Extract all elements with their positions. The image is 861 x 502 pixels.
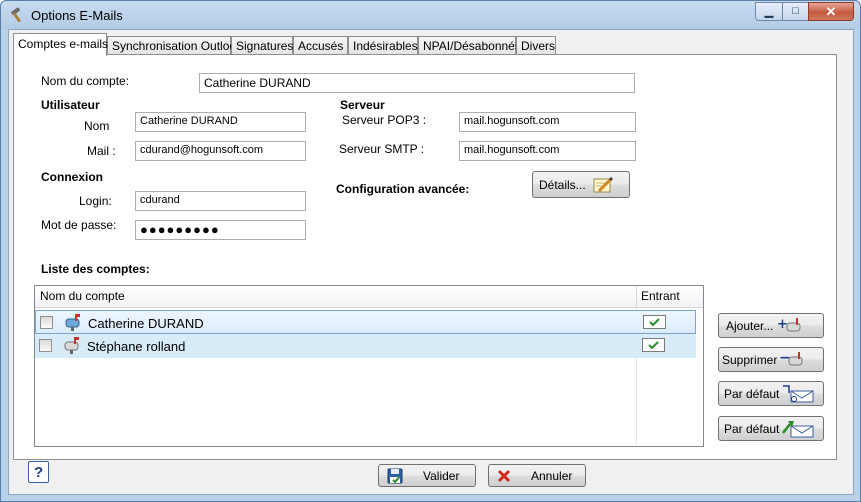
help-button[interactable]: ? bbox=[28, 461, 49, 483]
entrant-checkbox[interactable] bbox=[642, 338, 665, 352]
close-button[interactable]: ✕ bbox=[808, 2, 854, 21]
row-checkbox[interactable] bbox=[40, 316, 53, 329]
maximize-button[interactable]: □ bbox=[782, 2, 809, 21]
outgoing-mail-icon bbox=[782, 421, 814, 438]
hammer-icon bbox=[11, 7, 21, 23]
accounts-grid: Nom du compte Entrant Catherine DURAND S… bbox=[34, 285, 704, 447]
account-name-label: Nom du compte: bbox=[41, 74, 130, 88]
cancel-label: Annuler bbox=[531, 469, 573, 483]
account-name-cell: Catherine DURAND bbox=[88, 316, 204, 331]
add-button-label: Ajouter... bbox=[726, 319, 774, 333]
checkmark-icon bbox=[649, 318, 660, 327]
grid-header: Nom du compte Entrant bbox=[35, 286, 703, 308]
entrant-checkbox[interactable] bbox=[643, 315, 666, 329]
server-heading: Serveur bbox=[340, 98, 385, 112]
comptes-emails-panel: Nom du compte: Catherine DURAND Utilisat… bbox=[13, 54, 837, 460]
window-title: Options E-Mails bbox=[31, 8, 123, 23]
smtp-label: Serveur SMTP : bbox=[339, 142, 425, 156]
tab-signatures[interactable]: Signatures bbox=[231, 36, 293, 55]
mailbox-icon bbox=[64, 337, 79, 354]
tab-npai-desabonnes[interactable]: NPAI/Désabonnés bbox=[418, 36, 521, 55]
tab-divers[interactable]: Divers bbox=[516, 36, 556, 55]
mailbox-icon bbox=[65, 314, 80, 331]
pop3-label: Serveur POP3 : bbox=[342, 113, 427, 127]
password-field[interactable]: ●●●●●●●●● bbox=[135, 220, 306, 240]
minimize-icon: ▁ bbox=[764, 6, 774, 18]
cancel-button[interactable]: Annuler bbox=[488, 464, 586, 487]
row-checkbox[interactable] bbox=[39, 339, 52, 352]
maximize-icon: □ bbox=[792, 5, 799, 17]
add-account-button[interactable]: Ajouter... + bbox=[718, 313, 824, 338]
remove-button-label: Supprimer bbox=[722, 353, 778, 367]
details-button[interactable]: Détails... bbox=[532, 171, 630, 198]
add-mailbox-icon: + bbox=[777, 317, 801, 332]
column-header-entrant[interactable]: Entrant bbox=[641, 289, 680, 303]
tab-comptes-emails[interactable]: Comptes e-mails bbox=[13, 33, 108, 56]
close-icon: ✕ bbox=[825, 4, 837, 19]
pop3-field[interactable]: mail.hogunsoft.com bbox=[459, 112, 636, 132]
login-field[interactable]: cdurand bbox=[135, 191, 306, 211]
connection-heading: Connexion bbox=[41, 170, 103, 184]
account-name-cell: Stéphane rolland bbox=[87, 339, 186, 354]
default-incoming-label: Par défaut bbox=[724, 387, 780, 401]
column-header-nom-du-compte[interactable]: Nom du compte bbox=[40, 289, 125, 303]
tab-accuses[interactable]: Accusés bbox=[293, 36, 348, 55]
validate-button[interactable]: Valider bbox=[378, 464, 476, 487]
login-label: Login: bbox=[79, 194, 112, 208]
remove-mailbox-icon: − bbox=[779, 351, 803, 366]
account-name-field[interactable]: Catherine DURAND bbox=[199, 73, 635, 93]
details-button-label: Détails... bbox=[539, 178, 586, 192]
edit-note-icon bbox=[593, 176, 614, 193]
advanced-config-label: Configuration avancée: bbox=[336, 182, 470, 196]
tab-indesirables[interactable]: Indésirables bbox=[348, 36, 418, 55]
mail-label: Mail : bbox=[87, 144, 116, 158]
save-icon bbox=[387, 468, 403, 484]
validate-label: Valider bbox=[423, 469, 460, 483]
title-bar[interactable]: Options E-Mails ▁ □ ✕ bbox=[1, 1, 860, 29]
options-emails-window: Options E-Mails ▁ □ ✕ Comptes e-mails Sy… bbox=[0, 0, 861, 502]
default-outgoing-button[interactable]: Par défaut bbox=[718, 416, 824, 441]
password-label: Mot de passe: bbox=[41, 218, 117, 232]
table-row[interactable]: Catherine DURAND bbox=[35, 310, 696, 334]
user-heading: Utilisateur bbox=[41, 98, 100, 112]
cancel-x-icon bbox=[497, 469, 511, 483]
minimize-button[interactable]: ▁ bbox=[755, 2, 783, 21]
nom-field[interactable]: Catherine DURAND bbox=[135, 112, 306, 132]
column-separator[interactable] bbox=[636, 286, 637, 308]
remove-account-button[interactable]: Supprimer − bbox=[718, 347, 824, 372]
dialog-client-area: Comptes e-mails Synchronisation Outlook … bbox=[8, 29, 854, 495]
checkmark-icon bbox=[648, 341, 659, 350]
default-outgoing-label: Par défaut bbox=[724, 422, 780, 436]
svg-text:+: + bbox=[777, 317, 788, 332]
incoming-mail-icon bbox=[783, 385, 814, 403]
accounts-list-heading: Liste des comptes: bbox=[41, 262, 150, 276]
smtp-field[interactable]: mail.hogunsoft.com bbox=[459, 141, 636, 161]
nom-label: Nom bbox=[84, 119, 110, 133]
tab-synchronisation-outlook[interactable]: Synchronisation Outlook bbox=[107, 36, 242, 55]
table-row[interactable]: Stéphane rolland bbox=[35, 334, 696, 358]
mail-field[interactable]: cdurand@hogunsoft.com bbox=[135, 141, 306, 161]
help-icon: ? bbox=[34, 464, 44, 481]
default-incoming-button[interactable]: Par défaut bbox=[718, 381, 824, 406]
